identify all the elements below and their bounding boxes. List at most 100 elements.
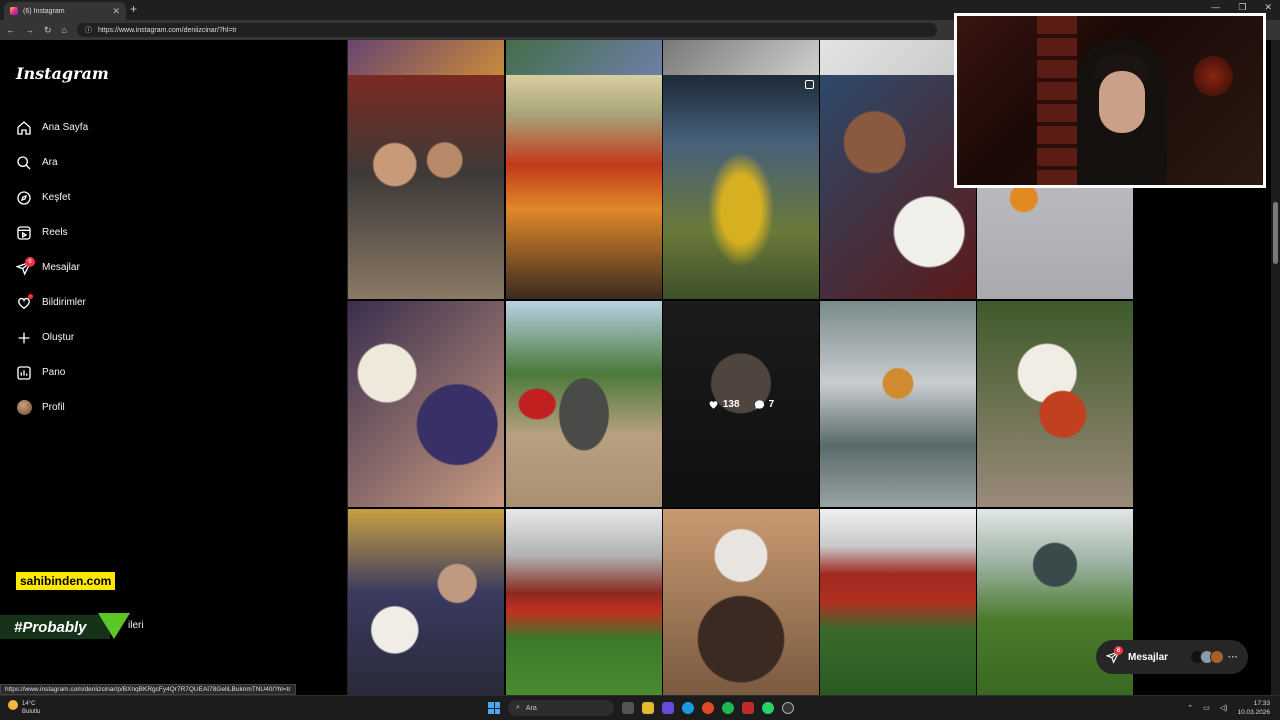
browser-icon[interactable] xyxy=(702,702,714,714)
post-thumbnail[interactable] xyxy=(506,509,662,695)
taskbar-search[interactable]: ⌕ Ara xyxy=(508,700,614,716)
stream-hashtag-overlay: #Probably xyxy=(0,615,110,639)
reload-icon[interactable]: ↻ xyxy=(44,25,52,36)
task-view-icon[interactable] xyxy=(622,702,634,714)
avatar xyxy=(1210,650,1224,664)
post-thumbnail[interactable] xyxy=(506,301,662,507)
post-thumbnail[interactable] xyxy=(506,75,662,299)
whatsapp-icon[interactable] xyxy=(762,702,774,714)
comment-filled-icon xyxy=(754,399,764,409)
sidebar-item-label: Keşfet xyxy=(42,192,71,203)
home-button-icon[interactable]: ⌂ xyxy=(62,25,67,35)
scrollbar-thumb[interactable] xyxy=(1273,202,1278,264)
post-thumbnail[interactable] xyxy=(820,75,976,299)
post-thumbnail[interactable] xyxy=(820,301,976,507)
obs-icon[interactable] xyxy=(782,702,794,714)
sidebar-item-notifications[interactable]: Bildirimler xyxy=(16,285,88,320)
sidebar-item-search[interactable]: Ara xyxy=(16,145,88,180)
sidebar-item-label: Reels xyxy=(42,227,68,238)
sidebar-item-dashboard[interactable]: Pano xyxy=(16,355,88,390)
file-explorer-icon[interactable] xyxy=(642,702,654,714)
minimize-button[interactable]: — xyxy=(1211,2,1220,13)
url-text: https://www.instagram.com/deniizcinar/?h… xyxy=(97,26,237,34)
spotify-icon[interactable] xyxy=(722,702,734,714)
tray-chevron-icon[interactable]: ⌃ xyxy=(1187,704,1193,712)
weather-widget[interactable]: 14°C Bulutlu xyxy=(8,700,40,716)
search-icon xyxy=(16,155,32,171)
streamer-webcam-overlay xyxy=(954,13,1266,188)
system-tray: ⌃ ▭ ◁) 17:33 10.03.2026 xyxy=(1187,699,1270,717)
edge-icon[interactable] xyxy=(682,702,694,714)
plus-icon xyxy=(16,330,32,346)
profile-avatar xyxy=(16,400,32,416)
browser-tab[interactable]: (6) Instagram ✕ xyxy=(4,2,126,20)
messenger-icon: 6 xyxy=(1105,646,1123,664)
recent-contacts: ··· xyxy=(1190,650,1238,664)
sidebar-item-label: Pano xyxy=(42,367,66,378)
heart-icon xyxy=(16,293,33,311)
messages-floating-button[interactable]: 6 Mesajlar ··· xyxy=(1096,640,1248,674)
sidebar-item-label: Ana Sayfa xyxy=(42,122,89,133)
new-tab-button[interactable]: + xyxy=(130,2,137,16)
heart-filled-icon xyxy=(709,400,718,409)
sidebar: Instagram Ana Sayfa Ara Keşfet Reels 6 M… xyxy=(0,40,348,695)
comments-stat: 7 xyxy=(754,398,775,410)
post-thumbnail[interactable] xyxy=(663,509,819,695)
post-thumbnail[interactable] xyxy=(820,40,976,75)
post-thumbnail[interactable] xyxy=(506,40,662,75)
weather-icon xyxy=(8,700,18,710)
messenger-icon: 6 xyxy=(16,256,35,276)
post-thumbnail[interactable] xyxy=(348,40,504,75)
comments-count: 7 xyxy=(768,398,775,410)
search-icon: ⌕ xyxy=(516,704,520,711)
sidebar-item-label: Ara xyxy=(42,157,58,168)
compass-icon xyxy=(16,190,32,206)
sponsor-overlay: sahibinden.com xyxy=(16,572,116,590)
notification-dot xyxy=(28,293,33,299)
page-scrollbar[interactable] xyxy=(1271,40,1280,695)
back-icon[interactable]: ← xyxy=(6,25,15,35)
post-thumbnail[interactable] xyxy=(663,75,819,299)
post-thumbnail[interactable] xyxy=(977,301,1133,507)
multi-post-icon xyxy=(805,80,814,89)
sidebar-item-profile[interactable]: Profil xyxy=(16,390,88,425)
sidebar-item-create[interactable]: Oluştur xyxy=(16,320,88,355)
network-icon[interactable]: ▭ xyxy=(1203,704,1210,712)
close-window-button[interactable]: ✕ xyxy=(1264,2,1272,13)
sidebar-item-label: Profil xyxy=(42,402,65,413)
site-info-icon[interactable]: ⓘ xyxy=(85,25,92,35)
more-icon[interactable]: ··· xyxy=(1228,652,1238,663)
app-icon[interactable] xyxy=(742,702,754,714)
reels-icon xyxy=(16,225,32,241)
instagram-favicon-icon xyxy=(10,7,18,15)
start-icon[interactable] xyxy=(488,702,500,714)
sidebar-item-reels[interactable]: Reels xyxy=(16,215,88,250)
taskbar: 14°C Bulutlu ⌕ Ara ⌃ ▭ ◁) 17:33 10.03.20… xyxy=(0,695,1280,720)
post-thumbnail[interactable] xyxy=(663,40,819,75)
post-thumbnail[interactable] xyxy=(348,509,504,695)
post-thumbnail[interactable] xyxy=(348,301,504,507)
address-bar[interactable]: ⓘ https://www.instagram.com/deniizcinar/… xyxy=(76,23,937,37)
messages-pill-badge: 6 xyxy=(1114,646,1123,655)
close-tab-icon[interactable]: ✕ xyxy=(112,6,120,17)
sidebar-item-explore[interactable]: Keşfet xyxy=(16,180,88,215)
post-hover-overlay: 138 7 xyxy=(663,301,819,507)
post-thumbnail-hovered[interactable]: 138 7 xyxy=(663,301,819,507)
media-app-icon[interactable] xyxy=(662,702,674,714)
instagram-logo[interactable]: Instagram xyxy=(16,64,109,83)
clock[interactable]: 17:33 10.03.2026 xyxy=(1237,699,1270,717)
tab-title: (6) Instagram xyxy=(23,7,65,15)
maximize-button[interactable]: ❐ xyxy=(1238,2,1246,13)
weather-text: Bulutlu xyxy=(22,709,41,715)
sidebar-more-label[interactable]: ileri xyxy=(128,620,144,631)
home-icon xyxy=(16,120,32,136)
window-controls: — ❐ ✕ xyxy=(1211,2,1272,13)
post-thumbnail[interactable] xyxy=(348,75,504,299)
sidebar-nav: Ana Sayfa Ara Keşfet Reels 6 Mesajlar Bi… xyxy=(16,110,88,425)
stream-logo-mark xyxy=(98,613,130,639)
sidebar-item-messages[interactable]: 6 Mesajlar xyxy=(16,250,88,285)
post-thumbnail[interactable] xyxy=(820,509,976,695)
sidebar-item-home[interactable]: Ana Sayfa xyxy=(16,110,88,145)
volume-icon[interactable]: ◁) xyxy=(1220,704,1228,712)
forward-icon[interactable]: → xyxy=(25,25,34,35)
